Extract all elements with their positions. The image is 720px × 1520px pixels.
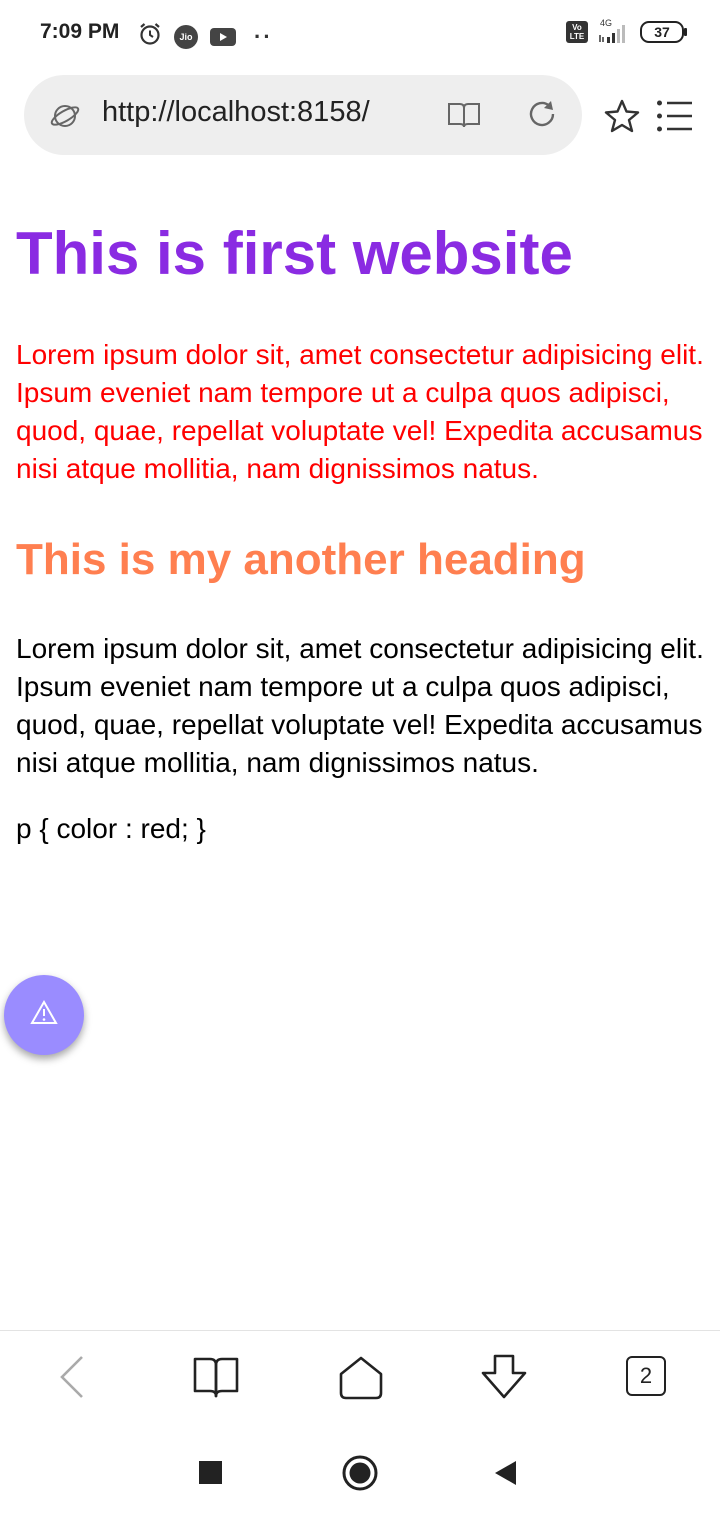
status-time: 7:09 PM xyxy=(40,20,120,43)
sub-heading: This is my another heading xyxy=(16,535,586,584)
reader-mode-icon[interactable] xyxy=(447,100,481,135)
black-paragraph: Lorem ipsum dolor sit, amet consectetur … xyxy=(16,633,704,778)
system-nav-bar xyxy=(0,1426,720,1520)
home-circle-icon[interactable] xyxy=(342,1455,378,1496)
menu-icon[interactable] xyxy=(656,99,694,138)
status-bar: 7:09 PM Jio ·· Vo LTE 4G 37 xyxy=(0,0,720,70)
back-icon[interactable] xyxy=(58,1353,86,1406)
url-text[interactable]: http://localhost:8158/ xyxy=(102,96,408,136)
bookmarks-icon[interactable] xyxy=(192,1355,240,1404)
reload-icon[interactable] xyxy=(526,98,558,135)
web-page-content: This is first website Lorem ipsum dolor … xyxy=(16,218,706,848)
volte-label-bottom: LTE xyxy=(569,32,585,41)
battery-icon: 37 xyxy=(640,21,687,43)
code-text: p { color : red; } xyxy=(16,813,206,844)
signal-icon: 4G xyxy=(596,18,632,44)
page-heading: This is first website xyxy=(16,220,573,287)
volte-icon: Vo LTE xyxy=(566,21,588,43)
home-icon[interactable] xyxy=(337,1355,385,1406)
warning-icon xyxy=(30,999,58,1031)
youtube-icon xyxy=(210,27,236,46)
alarm-icon xyxy=(138,22,162,51)
recents-square-icon[interactable] xyxy=(199,1461,222,1484)
browser-toolbar: 2 xyxy=(0,1330,720,1427)
bookmark-star-icon[interactable] xyxy=(603,98,641,139)
warning-fab-button[interactable] xyxy=(4,975,84,1055)
address-bar[interactable]: http://localhost:8158/ xyxy=(24,75,582,155)
volte-label-top: Vo xyxy=(572,23,582,32)
more-dots-icon: ·· xyxy=(254,23,273,49)
jio-icon: Jio xyxy=(174,24,198,49)
notification-icons: Jio ·· xyxy=(138,22,273,51)
download-icon[interactable] xyxy=(479,1353,529,1406)
tabs-icon[interactable]: 2 xyxy=(626,1356,666,1396)
back-triangle-icon[interactable] xyxy=(494,1460,518,1491)
site-info-icon[interactable] xyxy=(50,101,80,136)
system-icons: Vo LTE 4G 37 xyxy=(566,18,687,44)
red-paragraph: Lorem ipsum dolor sit, amet consectetur … xyxy=(16,339,704,484)
